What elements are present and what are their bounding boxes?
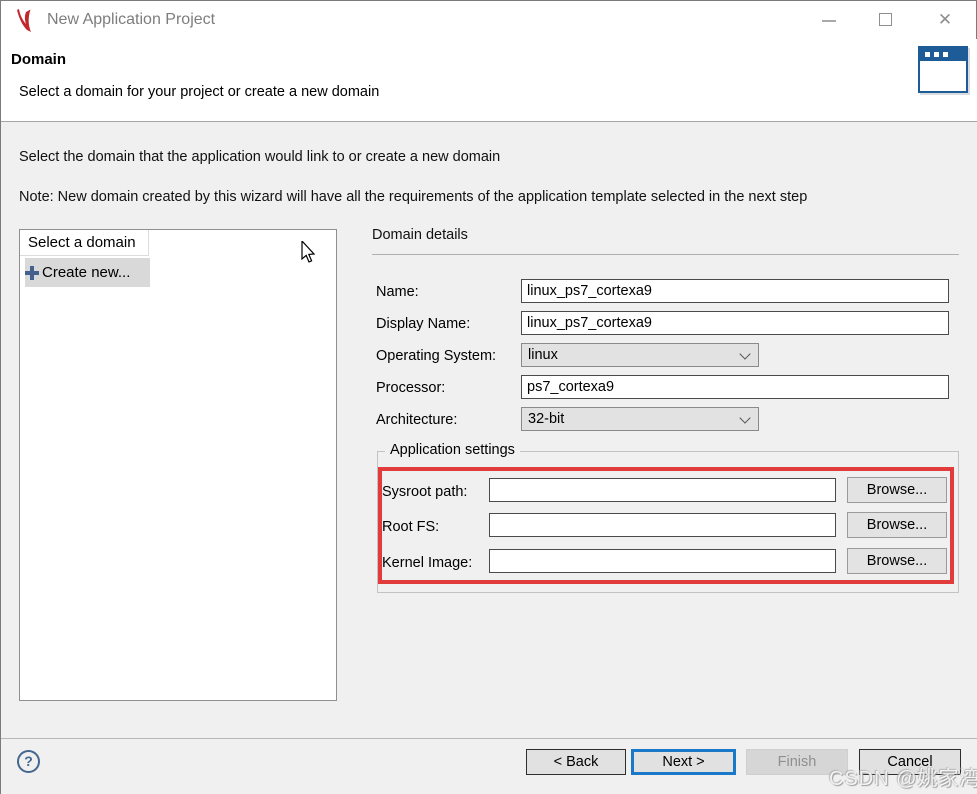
cancel-button[interactable]: Cancel [859,749,961,775]
application-settings-legend: Application settings [385,442,520,458]
kernel-image-browse-button[interactable]: Browse... [847,548,947,574]
list-item-create-new[interactable]: Create new... [25,258,150,287]
back-button[interactable]: < Back [526,749,626,775]
kernel-image-input[interactable] [489,549,836,573]
display-name-input[interactable] [521,311,949,335]
processor-input[interactable] [521,375,949,399]
architecture-value: 32-bit [528,411,564,427]
architecture-label: Architecture: [376,412,457,428]
wizard-footer: ? < Back Next > Finish Cancel [1,738,977,794]
minimize-icon[interactable] [807,1,851,39]
list-item-label: Create new... [42,264,130,281]
page-title: Domain [11,51,66,68]
name-input[interactable] [521,279,949,303]
title-bar: New Application Project ✕ [1,1,976,39]
chevron-down-icon [739,348,750,359]
operating-system-select[interactable]: linux [521,343,759,367]
name-label: Name: [376,284,419,300]
domain-list-panel: Select a domain Create new... [19,229,337,701]
domain-list-header: Select a domain [20,230,149,256]
wizard-header: Domain Select a domain for your project … [1,39,977,122]
next-button[interactable]: Next > [631,749,736,775]
window-title: New Application Project [47,1,215,39]
plus-icon [25,266,39,280]
processor-label: Processor: [376,380,445,396]
wizard-content: Select the domain that the application w… [1,122,977,738]
close-icon[interactable]: ✕ [923,1,967,39]
new-application-project-dialog: New Application Project ✕ Domain Select … [0,0,977,794]
intro-text: Select the domain that the application w… [19,149,500,165]
details-separator [372,254,959,255]
chevron-down-icon [739,412,750,423]
note-text: Note: New domain created by this wizard … [19,189,807,205]
display-name-label: Display Name: [376,316,470,332]
operating-system-label: Operating System: [376,348,496,364]
operating-system-value: linux [528,347,558,363]
application-settings-group: Application settings Sysroot path: Brows… [377,451,959,593]
sysroot-path-label: Sysroot path: [382,484,467,500]
help-button[interactable]: ? [17,750,40,773]
sysroot-browse-button[interactable]: Browse... [847,477,947,503]
xilinx-logo-icon [15,8,39,34]
wizard-window-icon [918,46,968,93]
root-fs-label: Root FS: [382,519,439,535]
sysroot-path-input[interactable] [489,478,836,502]
domain-details-title: Domain details [372,227,468,243]
root-fs-input[interactable] [489,513,836,537]
architecture-select[interactable]: 32-bit [521,407,759,431]
kernel-image-label: Kernel Image: [382,555,472,571]
root-fs-browse-button[interactable]: Browse... [847,512,947,538]
page-subtitle: Select a domain for your project or crea… [19,84,379,100]
mouse-cursor [301,241,317,265]
finish-button: Finish [746,749,848,775]
maximize-icon[interactable] [863,1,907,39]
